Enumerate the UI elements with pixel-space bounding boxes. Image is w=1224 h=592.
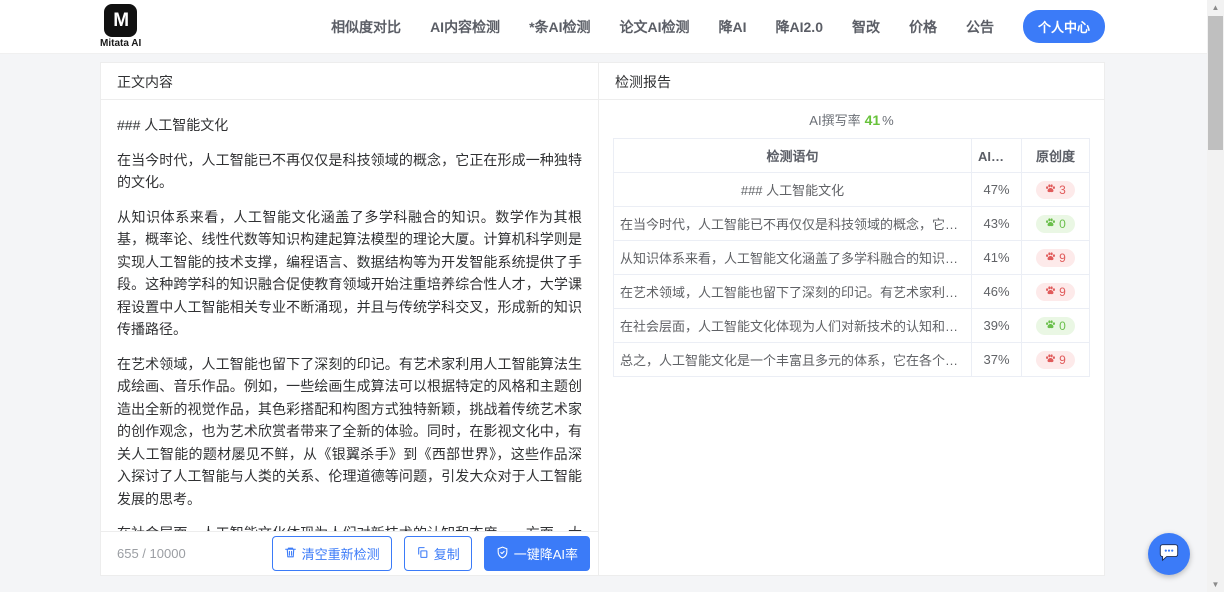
report-panel: 检测报告 AI撰写率 41% 检测语句 AI概率 原创度 ### 人工智能文化 4…: [599, 63, 1104, 575]
table-row[interactable]: ### 人工智能文化 47% 3: [614, 173, 1090, 207]
paw-icon: [1045, 251, 1056, 265]
paw-icon: [1045, 217, 1056, 231]
originality-count: 9: [1059, 285, 1066, 299]
shield-icon: [496, 546, 509, 562]
table-row[interactable]: 在艺术领域，人工智能也留下了深刻的印记。有艺术家利用人工智能算法... 46% …: [614, 275, 1090, 309]
reduce-ai-rate-button[interactable]: 一键降AI率: [484, 536, 590, 571]
customer-service-chat-button[interactable]: [1148, 533, 1190, 575]
scroll-down-arrow[interactable]: ▼: [1207, 577, 1224, 592]
originality-cell: 9: [1022, 275, 1090, 309]
originality-count: 0: [1059, 319, 1066, 333]
probability-cell: 46%: [972, 275, 1022, 309]
table-row[interactable]: 从知识体系来看，人工智能文化涵盖了多学科融合的知识。数学作为其根... 41% …: [614, 241, 1090, 275]
reduce-ai-rate-label: 一键降AI率: [514, 544, 578, 563]
originality-cell: 9: [1022, 241, 1090, 275]
profile-center-button[interactable]: 个人中心: [1023, 10, 1105, 43]
originality-badge: 9: [1036, 283, 1075, 301]
sentence-cell: ### 人工智能文化: [614, 173, 972, 207]
nav-links: 相似度对比 AI内容检测 *条AI检测 论文AI检测 降AI 降AI2.0 智改…: [331, 10, 1224, 43]
originality-count: 3: [1059, 183, 1066, 197]
detection-table: 检测语句 AI概率 原创度 ### 人工智能文化 47% 3 在当今时代，人工智…: [613, 138, 1090, 377]
paw-icon: [1045, 353, 1056, 367]
nav-item-batch-ai-detect[interactable]: *条AI检测: [529, 17, 590, 37]
table-row[interactable]: 在社会层面，人工智能文化体现为人们对新技术的认知和态度。一方面，... 39% …: [614, 309, 1090, 343]
nav-item-pricing[interactable]: 价格: [909, 17, 937, 37]
originality-cell: 0: [1022, 207, 1090, 241]
chat-bubble-icon: [1158, 541, 1180, 568]
scroll-up-arrow[interactable]: ▲: [1207, 0, 1224, 15]
copy-icon: [416, 546, 429, 562]
paw-icon: [1045, 183, 1056, 197]
paragraph: 在当今时代，人工智能已不再仅仅是科技领域的概念，它正在形成一种独特的文化。: [117, 149, 582, 194]
sentence-cell: 在社会层面，人工智能文化体现为人们对新技术的认知和态度。一方面，...: [614, 309, 972, 343]
probability-cell: 41%: [972, 241, 1022, 275]
paragraph: ### 人工智能文化: [117, 114, 582, 137]
originality-cell: 0: [1022, 309, 1090, 343]
content-text-area[interactable]: ### 人工智能文化 在当今时代，人工智能已不再仅仅是科技领域的概念，它正在形成…: [101, 100, 598, 531]
header-probability: AI概率: [972, 139, 1022, 173]
originality-badge: 9: [1036, 351, 1075, 369]
editor-footer: 655 / 10000 清空重新检测 复制: [101, 531, 598, 575]
brand-name: Mitata AI: [100, 38, 141, 49]
brand-logo-icon: M: [104, 4, 137, 37]
paw-icon: [1045, 285, 1056, 299]
probability-cell: 39%: [972, 309, 1022, 343]
footer-buttons: 清空重新检测 复制 一键降AI率: [272, 536, 590, 571]
nav-item-ai-content-detect[interactable]: AI内容检测: [430, 17, 500, 37]
paw-icon: [1045, 319, 1056, 333]
content-panel: 正文内容 ### 人工智能文化 在当今时代，人工智能已不再仅仅是科技领域的概念，…: [101, 63, 599, 575]
ai-write-rate: AI撰写率 41%: [599, 100, 1104, 138]
header-sentence: 检测语句: [614, 139, 972, 173]
copy-label: 复制: [434, 544, 460, 563]
char-counter: 655 / 10000: [117, 546, 186, 561]
sentence-cell: 在艺术领域，人工智能也留下了深刻的印记。有艺术家利用人工智能算法...: [614, 275, 972, 309]
table-header-row: 检测语句 AI概率 原创度: [614, 139, 1090, 173]
ai-write-rate-value: 41: [865, 112, 881, 128]
clear-redetect-label: 清空重新检测: [302, 544, 380, 563]
originality-badge: 3: [1036, 181, 1075, 199]
paragraph: 从知识体系来看，人工智能文化涵盖了多学科融合的知识。数学作为其根基，概率论、线性…: [117, 206, 582, 341]
originality-badge: 0: [1036, 317, 1075, 335]
paragraph: 在艺术领域，人工智能也留下了深刻的印记。有艺术家利用人工智能算法生成绘画、音乐作…: [117, 353, 582, 511]
brand-logo[interactable]: M Mitata AI: [100, 4, 141, 49]
originality-badge: 0: [1036, 215, 1075, 233]
report-panel-title: 检测报告: [599, 63, 1104, 100]
page-scrollbar[interactable]: ▲ ▼: [1207, 0, 1224, 592]
clear-redetect-button[interactable]: 清空重新检测: [272, 536, 392, 571]
ai-write-rate-unit: %: [882, 113, 894, 128]
originality-badge: 9: [1036, 249, 1075, 267]
probability-cell: 47%: [972, 173, 1022, 207]
originality-count: 9: [1059, 353, 1066, 367]
nav-item-paper-ai-detect[interactable]: 论文AI检测: [620, 17, 690, 37]
originality-cell: 9: [1022, 343, 1090, 377]
originality-count: 9: [1059, 251, 1066, 265]
trash-icon: [284, 546, 297, 562]
nav-item-similarity[interactable]: 相似度对比: [331, 17, 401, 37]
probability-cell: 37%: [972, 343, 1022, 377]
header-originality: 原创度: [1022, 139, 1090, 173]
nav-item-reduce-ai[interactable]: 降AI: [719, 17, 747, 37]
table-row[interactable]: 总之，人工智能文化是一个丰富且多元的体系，它在各个领域展现出独特... 37% …: [614, 343, 1090, 377]
ai-write-rate-label: AI撰写率: [809, 113, 860, 128]
scroll-thumb[interactable]: [1208, 16, 1223, 150]
nav-item-reduce-ai-2[interactable]: 降AI2.0: [776, 17, 823, 37]
sentence-cell: 从知识体系来看，人工智能文化涵盖了多学科融合的知识。数学作为其根...: [614, 241, 972, 275]
main-card: 正文内容 ### 人工智能文化 在当今时代，人工智能已不再仅仅是科技领域的概念，…: [100, 62, 1105, 576]
content-panel-title: 正文内容: [101, 63, 598, 100]
nav-item-announcement[interactable]: 公告: [966, 17, 994, 37]
originality-count: 0: [1059, 217, 1066, 231]
sentence-cell: 总之，人工智能文化是一个丰富且多元的体系，它在各个领域展现出独特...: [614, 343, 972, 377]
copy-button[interactable]: 复制: [404, 536, 472, 571]
sentence-cell: 在当今时代，人工智能已不再仅仅是科技领域的概念，它正在形成一种独...: [614, 207, 972, 241]
originality-cell: 3: [1022, 173, 1090, 207]
top-navbar: M Mitata AI 相似度对比 AI内容检测 *条AI检测 论文AI检测 降…: [0, 0, 1224, 54]
table-row[interactable]: 在当今时代，人工智能已不再仅仅是科技领域的概念，它正在形成一种独... 43% …: [614, 207, 1090, 241]
probability-cell: 43%: [972, 207, 1022, 241]
nav-item-smart-rewrite[interactable]: 智改: [852, 17, 880, 37]
paragraph: 在社会层面，人工智能文化体现为人们对新技术的认知和态度。一方面，大众对人工智能带…: [117, 522, 582, 531]
